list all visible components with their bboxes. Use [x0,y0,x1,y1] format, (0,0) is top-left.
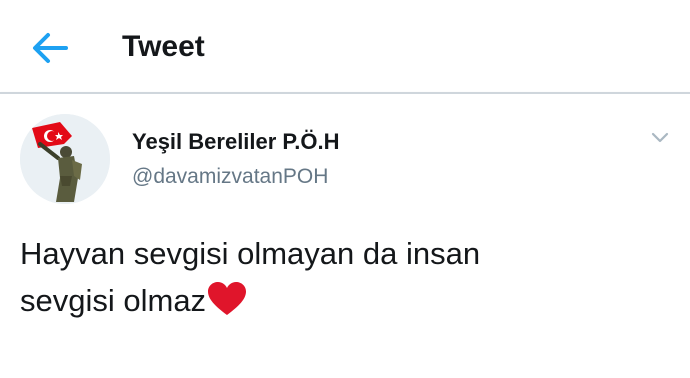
tweet-text: Hayvan sevgisi olmayan da insan sevgisi … [20,230,660,324]
chevron-down-icon [651,132,669,143]
user-handle[interactable]: @davamizvatanPOH [132,164,328,190]
arrow-left-icon [33,33,68,63]
tweet-card: Yeşil Bereliler P.Ö.H @davamizvatanPOH H… [0,94,690,378]
display-name[interactable]: Yeşil Bereliler P.Ö.H [132,128,340,156]
tweet-text-line-2: sevgisi olmaz [20,283,207,318]
page-title: Tweet [122,30,205,63]
red-heart-icon [208,282,247,315]
tweet-text-line-1: Hayvan sevgisi olmayan da insan [20,236,481,271]
back-button[interactable] [30,30,70,66]
top-app-bar: Tweet [0,0,690,92]
avatar-image [20,114,110,204]
tweet-menu-button[interactable] [650,128,670,148]
avatar[interactable] [20,114,110,204]
